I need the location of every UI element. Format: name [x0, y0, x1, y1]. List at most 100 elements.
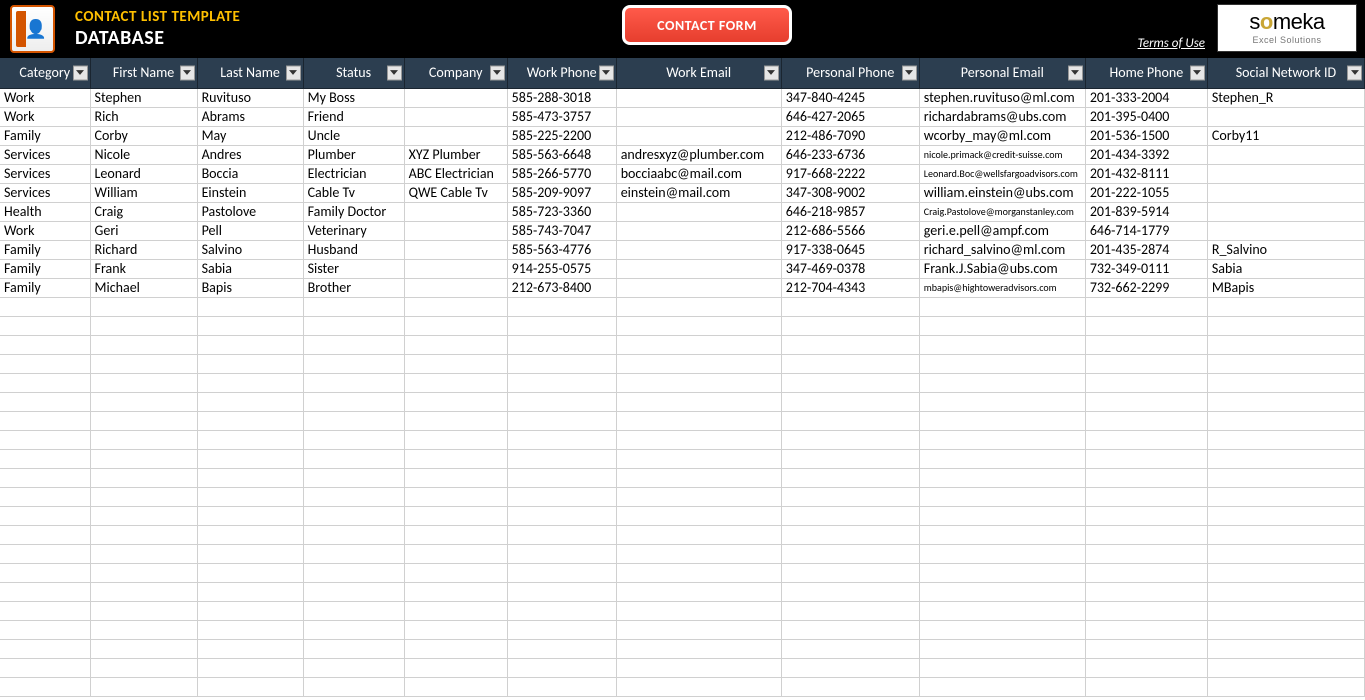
cell[interactable] [781, 563, 919, 582]
cell[interactable]: Richard [90, 240, 197, 259]
cell[interactable] [404, 658, 507, 677]
cell[interactable] [1085, 601, 1207, 620]
cell[interactable] [919, 620, 1085, 639]
filter-dropdown-icon[interactable] [599, 65, 614, 80]
cell[interactable] [1085, 506, 1207, 525]
cell[interactable]: Services [0, 164, 90, 183]
cell[interactable]: 585-473-3757 [507, 107, 616, 126]
cell[interactable] [616, 544, 781, 563]
cell[interactable]: Pell [197, 221, 303, 240]
cell[interactable] [616, 620, 781, 639]
cell[interactable]: XYZ Plumber [404, 145, 507, 164]
cell[interactable] [303, 639, 404, 658]
cell[interactable] [303, 468, 404, 487]
cell[interactable] [1207, 677, 1364, 696]
cell[interactable] [404, 601, 507, 620]
cell[interactable] [781, 544, 919, 563]
cell[interactable] [197, 620, 303, 639]
cell[interactable]: 585-288-3018 [507, 88, 616, 107]
cell[interactable]: Family [0, 240, 90, 259]
cell[interactable]: Cable Tv [303, 183, 404, 202]
cell[interactable] [197, 411, 303, 430]
cell[interactable]: Bapis [197, 278, 303, 297]
cell[interactable] [919, 373, 1085, 392]
cell[interactable] [616, 601, 781, 620]
cell[interactable] [90, 392, 197, 411]
table-row[interactable] [0, 601, 1365, 620]
cell[interactable] [303, 449, 404, 468]
cell[interactable]: Plumber [303, 145, 404, 164]
cell[interactable] [404, 677, 507, 696]
cell[interactable]: 732-662-2299 [1085, 278, 1207, 297]
cell[interactable] [1207, 544, 1364, 563]
cell[interactable]: 917-668-2222 [781, 164, 919, 183]
cell[interactable]: 201-432-8111 [1085, 164, 1207, 183]
cell[interactable]: Work [0, 221, 90, 240]
cell[interactable] [404, 278, 507, 297]
cell[interactable]: Nicole [90, 145, 197, 164]
cell[interactable] [781, 354, 919, 373]
cell[interactable] [616, 639, 781, 658]
cell[interactable] [1085, 639, 1207, 658]
cell[interactable] [0, 411, 90, 430]
cell[interactable]: 212-686-5566 [781, 221, 919, 240]
cell[interactable] [781, 335, 919, 354]
cell[interactable]: 585-743-7047 [507, 221, 616, 240]
cell[interactable] [404, 354, 507, 373]
cell[interactable] [90, 620, 197, 639]
cell[interactable] [919, 354, 1085, 373]
cell[interactable] [404, 506, 507, 525]
cell[interactable]: My Boss [303, 88, 404, 107]
cell[interactable]: Frank.J.Sabia@ubs.com [919, 259, 1085, 278]
cell[interactable] [919, 563, 1085, 582]
cell[interactable] [1085, 582, 1207, 601]
cell[interactable] [507, 639, 616, 658]
cell[interactable] [507, 411, 616, 430]
cell[interactable] [197, 563, 303, 582]
cell[interactable]: andresxyz@plumber.com [616, 145, 781, 164]
cell[interactable] [616, 221, 781, 240]
cell[interactable]: 201-395-0400 [1085, 107, 1207, 126]
cell[interactable] [90, 677, 197, 696]
cell[interactable] [90, 582, 197, 601]
cell[interactable] [404, 430, 507, 449]
cell[interactable] [303, 487, 404, 506]
cell[interactable] [404, 316, 507, 335]
cell[interactable] [919, 601, 1085, 620]
cell[interactable] [404, 411, 507, 430]
cell[interactable] [781, 392, 919, 411]
cell[interactable] [0, 316, 90, 335]
cell[interactable] [1207, 620, 1364, 639]
cell[interactable] [616, 354, 781, 373]
cell[interactable] [1207, 392, 1364, 411]
cell[interactable] [0, 544, 90, 563]
cell[interactable]: 201-434-3392 [1085, 145, 1207, 164]
cell[interactable] [1085, 620, 1207, 639]
cell[interactable] [1085, 335, 1207, 354]
cell[interactable] [1085, 525, 1207, 544]
cell[interactable] [616, 297, 781, 316]
filter-dropdown-icon[interactable] [902, 65, 917, 80]
cell[interactable]: 646-233-6736 [781, 145, 919, 164]
cell[interactable] [197, 449, 303, 468]
cell[interactable]: Sabia [197, 259, 303, 278]
cell[interactable]: Family [0, 278, 90, 297]
cell[interactable] [781, 297, 919, 316]
cell[interactable] [303, 430, 404, 449]
cell[interactable] [1207, 316, 1364, 335]
cell[interactable]: R_Salvino [1207, 240, 1364, 259]
cell[interactable] [1207, 582, 1364, 601]
cell[interactable] [303, 506, 404, 525]
cell[interactable] [507, 354, 616, 373]
cell[interactable] [781, 316, 919, 335]
cell[interactable] [616, 677, 781, 696]
cell[interactable] [0, 487, 90, 506]
cell[interactable] [1207, 430, 1364, 449]
table-row[interactable] [0, 335, 1365, 354]
table-row[interactable]: WorkRichAbramsFriend585-473-3757646-427-… [0, 107, 1365, 126]
cell[interactable] [919, 335, 1085, 354]
cell[interactable] [616, 449, 781, 468]
cell[interactable] [404, 468, 507, 487]
cell[interactable]: Veterinary [303, 221, 404, 240]
cell[interactable]: 917-338-0645 [781, 240, 919, 259]
